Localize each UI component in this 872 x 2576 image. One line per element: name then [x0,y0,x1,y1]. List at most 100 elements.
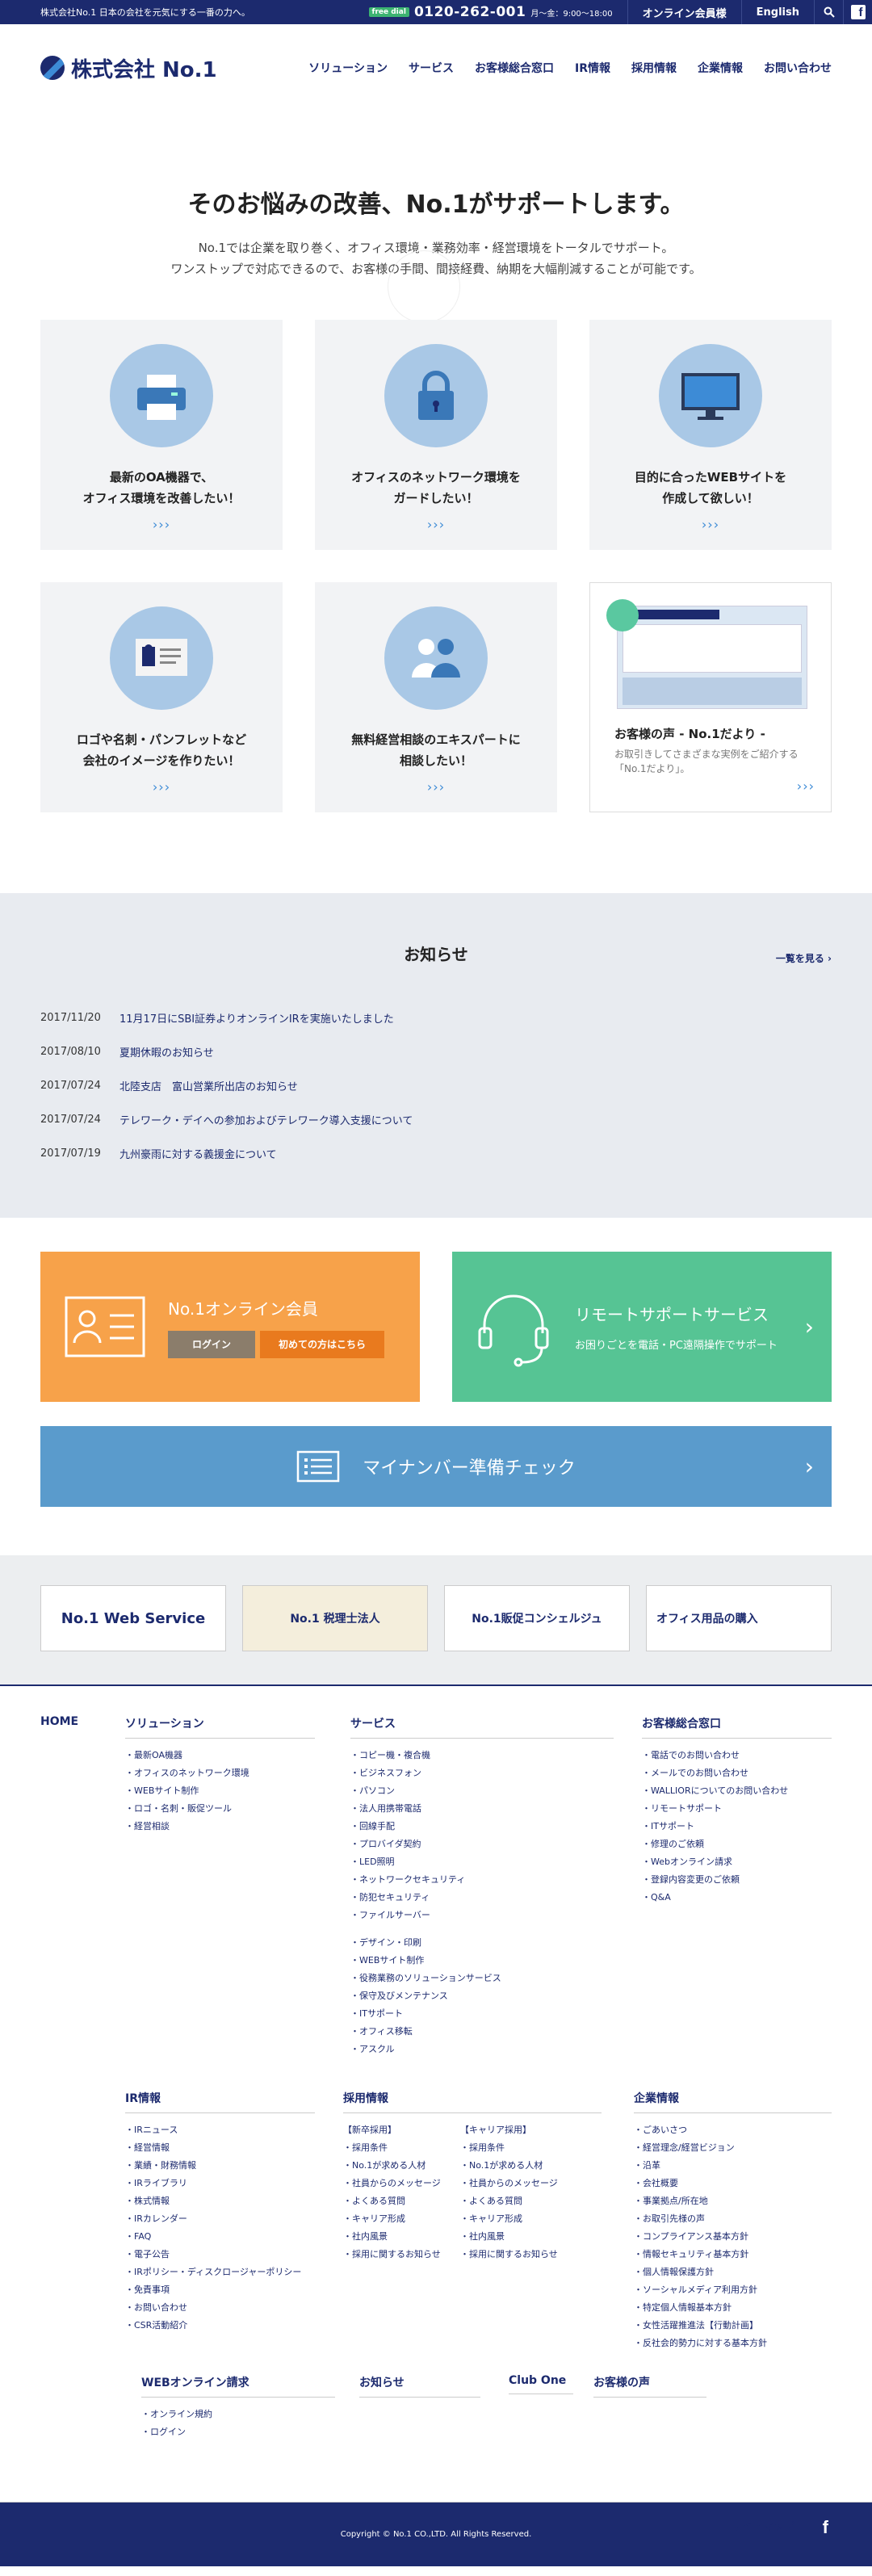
footer-link[interactable]: ・よくある質問 [343,2192,452,2210]
footer-link[interactable]: ・事業拠点/所在地 [634,2192,832,2210]
nav-solution[interactable]: ソリューション [308,60,388,76]
footer-link[interactable]: ・株式情報 [125,2192,315,2210]
footer-link[interactable]: ・法人用携帯電話 [350,1800,614,1818]
news-item[interactable]: 2017/07/19 九州豪雨に対する義援金について [40,1136,832,1170]
card-design[interactable]: ロゴや名刺・パンフレットなど 会社のイメージを作りたい！ ››› [40,582,283,812]
footer-link[interactable]: ・IRポリシー・ディスクロージャーポリシー [125,2263,315,2281]
footer-link[interactable]: ・Webオンライン請求 [642,1853,832,1871]
footer-link[interactable]: ・業績・財務情報 [125,2157,315,2175]
footer-link[interactable]: ・オフィス移転 [350,2023,614,2041]
nav-inquiry[interactable]: お問い合わせ [764,60,832,76]
footer-link[interactable]: ・修理のご依頼 [642,1836,832,1853]
login-button[interactable]: ログイン [168,1330,255,1358]
footer-link[interactable]: ・特定個人情報基本方針 [634,2299,832,2317]
footer-link[interactable]: ・オンライン規約 [141,2406,335,2423]
nav-ir[interactable]: IR情報 [575,60,610,76]
footer-link[interactable]: ・よくある質問 [460,2192,581,2210]
footer-link[interactable]: ・最新OA機器 [125,1747,315,1764]
footer-home-link[interactable]: HOME [40,1715,97,1735]
footer-link[interactable]: ・キャリア形成 [460,2210,581,2228]
footer-link[interactable]: ・ファイルサーバー [350,1907,614,1924]
footer-link[interactable]: ・反社会的勢力に対する基本方針 [634,2335,832,2352]
footer-link[interactable]: ・ソーシャルメディア利用方針 [634,2281,832,2299]
footer-link[interactable]: ・回線手配 [350,1818,614,1836]
news-item[interactable]: 2017/07/24 北陸支店 富山営業所出店のお知らせ [40,1068,832,1102]
footer-link[interactable]: ・電子公告 [125,2246,315,2263]
footer-link[interactable]: ・会社概要 [634,2175,832,2192]
news-item[interactable]: 2017/07/24 テレワーク・デイへの参加およびテレワーク導入支援について [40,1102,832,1136]
footer-link[interactable]: ・お問い合わせ [125,2299,315,2317]
footer-link[interactable]: ・社内風景 [460,2228,581,2246]
footer-link[interactable]: ・採用に関するお知らせ [343,2246,452,2263]
footer-link[interactable]: ・キャリア形成 [343,2210,452,2228]
footer-link[interactable]: ・ロゴ・名刺・販促ツール [125,1800,315,1818]
footer-link[interactable]: ・個人情報保護方針 [634,2263,832,2281]
nav-contact-center[interactable]: お客様総合窓口 [475,60,554,76]
footer-link[interactable]: ・コンプライアンス基本方針 [634,2228,832,2246]
footer-link[interactable]: ・社員からのメッセージ [343,2175,452,2192]
online-member-link[interactable]: オンライン会員様 [627,0,741,24]
english-link[interactable]: English [740,0,814,24]
nav-service[interactable]: サービス [409,60,454,76]
footer-link[interactable]: ・プロバイダ契約 [350,1836,614,1853]
footer-link[interactable]: ・WEBサイト制作 [125,1782,315,1800]
footer-link[interactable]: ・ビジネスフォン [350,1764,614,1782]
partner-tax[interactable]: No.1 税理士法人 [241,1585,428,1651]
footer-link[interactable]: ・ごあいさつ [634,2121,832,2139]
footer-link[interactable]: ・沿革 [634,2157,832,2175]
footer-link[interactable]: ・ITサポート [642,1818,832,1836]
footer-link[interactable]: ・デザイン・印刷 [350,1934,614,1952]
card-consult[interactable]: 無料経営相談のエキスパートに 相談したい！ ››› [315,582,557,812]
tel-block[interactable]: free dial 0120-262-001 月〜金：9:00〜18:00 [368,4,627,20]
card-network[interactable]: オフィスのネットワーク環境を ガードしたい！ ››› [315,320,557,550]
partner-web-service[interactable]: No.1 Web Service [40,1585,226,1651]
footer-link[interactable]: ・IRカレンダー [125,2210,315,2228]
footer-link[interactable]: ・情報セキュリティ基本方針 [634,2246,832,2263]
footer-link[interactable]: ・ITサポート [350,2005,614,2023]
footer-link[interactable]: ・ネットワークセキュリティ [350,1871,614,1889]
footer-link[interactable]: ・採用条件 [343,2139,452,2157]
news-item[interactable]: 2017/08/10 夏期休暇のお知らせ [40,1034,832,1068]
mynumber-banner[interactable]: マイナンバー準備チェック › [40,1426,832,1507]
footer-link[interactable]: ・経営情報 [125,2139,315,2157]
footer-link[interactable]: ・IRニュース [125,2121,315,2139]
footer-link[interactable]: ・オフィスのネットワーク環境 [125,1764,315,1782]
partner-office-supplies[interactable]: オフィス用品の購入 [645,1585,832,1651]
footer-link[interactable]: ・WALLIORについてのお問い合わせ [642,1782,832,1800]
partner-sales-promotion[interactable]: No.1販促コンシェルジュ [443,1585,630,1651]
footer-link[interactable]: ・Q&A [642,1889,832,1907]
footer-link[interactable]: ・社員からのメッセージ [460,2175,581,2192]
footer-link[interactable]: ・CSR活動紹介 [125,2317,315,2335]
footer-link[interactable]: ・経営相談 [125,1818,315,1836]
card-voice[interactable]: お客様の声 - No.1だより - お取引きしてさまざまな実例をご紹介する 「No… [589,582,832,812]
footer-link[interactable]: ・WEBサイト制作 [350,1952,614,1970]
news-more-link[interactable]: 一覧を見る › [776,951,832,965]
card-oa[interactable]: 最新のOA機器で、 オフィス環境を改善したい！ ››› [40,320,283,550]
footer-link[interactable]: ・採用条件 [460,2139,581,2157]
footer-link[interactable]: ・免責事項 [125,2281,315,2299]
footer-link[interactable]: ・女性活躍推進法【行動計画】 [634,2317,832,2335]
footer-link[interactable]: ・メールでのお問い合わせ [642,1764,832,1782]
search-icon[interactable] [814,0,843,24]
footer-link[interactable]: ・経営理念/経営ビジョン [634,2139,832,2157]
sitemap-link[interactable]: サイトマップ [732,2518,794,2533]
footer-link[interactable]: ・保守及びメンテナンス [350,1987,614,2005]
footer-link[interactable]: ・FAQ [125,2228,315,2246]
footer-link[interactable]: ・LED照明 [350,1853,614,1871]
footer-link[interactable]: ・IRライブラリ [125,2175,315,2192]
footer-link[interactable]: ・採用に関するお知らせ [460,2246,581,2263]
news-item[interactable]: 2017/11/20 11月17日にSBI証券よりオンラインIRを実施いたしました [40,1001,832,1034]
footer-link[interactable]: ・ログイン [141,2423,335,2441]
footer-link[interactable]: ・パソコン [350,1782,614,1800]
remote-support-banner[interactable]: リモートサポートサービス お困りごとを電話・PC遠隔操作でサポート › [452,1252,832,1402]
footer-link[interactable]: ・電話でのお問い合わせ [642,1747,832,1764]
footer-link[interactable]: ・登録内容変更のご依頼 [642,1871,832,1889]
footer-link[interactable]: ・役務業務のソリューションサービス [350,1970,614,1987]
footer-link[interactable]: ・No.1が求める人材 [343,2157,452,2175]
logo[interactable]: 株式会社 No.1 [40,53,217,83]
footer-link[interactable]: ・社内風景 [343,2228,452,2246]
footer-link[interactable]: ・No.1が求める人材 [460,2157,581,2175]
footer-link[interactable]: ・お取引先様の声 [634,2210,832,2228]
first-time-button[interactable]: 初めての方はこちら [260,1330,384,1358]
facebook-icon[interactable]: f [843,0,872,24]
